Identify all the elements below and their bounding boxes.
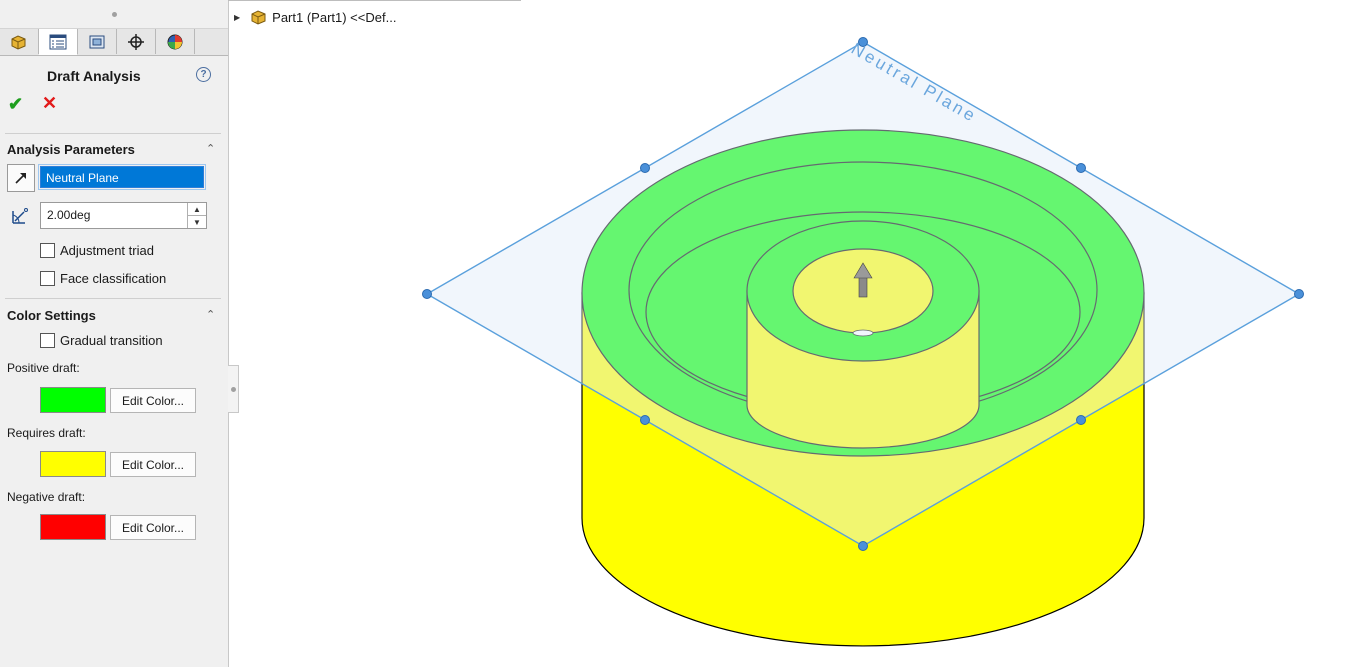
- feature-tree: ▶ Part1 (Part1) <<Def...: [234, 9, 396, 25]
- model-view: Neutral Plane: [422, 37, 1304, 647]
- adjustment-triad-label: Adjustment triad: [60, 243, 154, 258]
- tree-item-part1[interactable]: Part1 (Part1) <<Def...: [272, 10, 396, 25]
- requires-draft-swatch[interactable]: [40, 451, 106, 477]
- manager-tabs: [0, 29, 228, 56]
- part-icon: [251, 10, 266, 25]
- adjustment-triad-checkbox-row[interactable]: Adjustment triad: [40, 243, 154, 258]
- face-classification-checkbox-row[interactable]: Face classification: [40, 271, 166, 286]
- face-classification-checkbox[interactable]: [40, 271, 55, 286]
- negative-draft-label: Negative draft:: [7, 490, 86, 504]
- plane-handle[interactable]: [422, 289, 432, 299]
- gradual-transition-checkbox-row[interactable]: Gradual transition: [40, 333, 163, 348]
- draft-angle-value[interactable]: 2.00deg: [47, 208, 90, 222]
- plane-handle[interactable]: [1294, 289, 1304, 299]
- cancel-button[interactable]: ✕: [42, 93, 57, 114]
- gradual-transition-label: Gradual transition: [60, 333, 163, 348]
- negative-edit-color-button[interactable]: Edit Color...: [110, 515, 196, 540]
- appearance-pie-icon: [167, 34, 183, 49]
- graphics-viewport[interactable]: Neutral Plane: [229, 0, 1351, 667]
- display-manager-tab[interactable]: [156, 29, 195, 54]
- plane-handle[interactable]: [1076, 163, 1086, 173]
- gradual-transition-checkbox[interactable]: [40, 333, 55, 348]
- plane-handle[interactable]: [640, 163, 650, 173]
- page-title: Draft Analysis: [47, 68, 141, 84]
- direction-of-pull-field[interactable]: Neutral Plane: [38, 164, 206, 190]
- feature-manager-tab[interactable]: [0, 29, 39, 54]
- property-manager-tab[interactable]: [39, 29, 78, 55]
- crosshair-icon: [128, 33, 144, 50]
- requires-edit-color-button[interactable]: Edit Color...: [110, 452, 196, 477]
- positive-edit-color-button[interactable]: Edit Color...: [110, 388, 196, 413]
- panel-grip[interactable]: [0, 0, 228, 29]
- analysis-parameters-header[interactable]: Analysis Parameters: [7, 142, 135, 157]
- part-icon: [11, 34, 26, 50]
- negative-draft-swatch[interactable]: [40, 514, 106, 540]
- collapse-chevron-up-icon[interactable]: ⌃: [206, 142, 215, 155]
- configuration-manager-tab[interactable]: [78, 29, 117, 54]
- title-row: Draft Analysis ?: [0, 56, 228, 92]
- plane-handle[interactable]: [640, 415, 650, 425]
- positive-draft-label: Positive draft:: [7, 361, 80, 375]
- plane-handle[interactable]: [858, 541, 868, 551]
- spin-up-icon[interactable]: ▲: [188, 203, 206, 216]
- direction-of-pull-button[interactable]: [7, 164, 35, 192]
- color-settings-header[interactable]: Color Settings: [7, 308, 96, 323]
- positive-draft-swatch[interactable]: [40, 387, 106, 413]
- requires-draft-label: Requires draft:: [7, 426, 86, 440]
- adjustment-triad-checkbox[interactable]: [40, 243, 55, 258]
- ok-cancel-row: ✔ ✕: [0, 92, 228, 122]
- grip-dot: [111, 11, 117, 17]
- dimxpert-tab[interactable]: [117, 29, 156, 54]
- spin-buttons: ▲ ▼: [187, 203, 206, 228]
- property-manager-panel: Draft Analysis ? ✔ ✕ Analysis Parameters…: [0, 0, 229, 667]
- divider: [5, 298, 221, 299]
- direction-arrow-icon: [15, 173, 26, 184]
- face-classification-label: Face classification: [60, 271, 167, 286]
- ok-button[interactable]: ✔: [8, 94, 23, 115]
- spin-down-icon[interactable]: ▼: [188, 216, 206, 228]
- property-list-icon: [49, 34, 67, 49]
- divider: [5, 133, 221, 134]
- configuration-icon: [89, 35, 105, 48]
- angle-icon: [12, 208, 28, 224]
- draft-angle-stepper[interactable]: 2.00deg ▲ ▼: [40, 202, 207, 229]
- plane-handle[interactable]: [1076, 415, 1086, 425]
- help-icon[interactable]: ?: [196, 67, 211, 82]
- draft-angle-icon: [7, 203, 33, 229]
- expand-arrow-icon[interactable]: ▶: [234, 13, 240, 22]
- collapse-chevron-up-icon[interactable]: ⌃: [206, 308, 215, 321]
